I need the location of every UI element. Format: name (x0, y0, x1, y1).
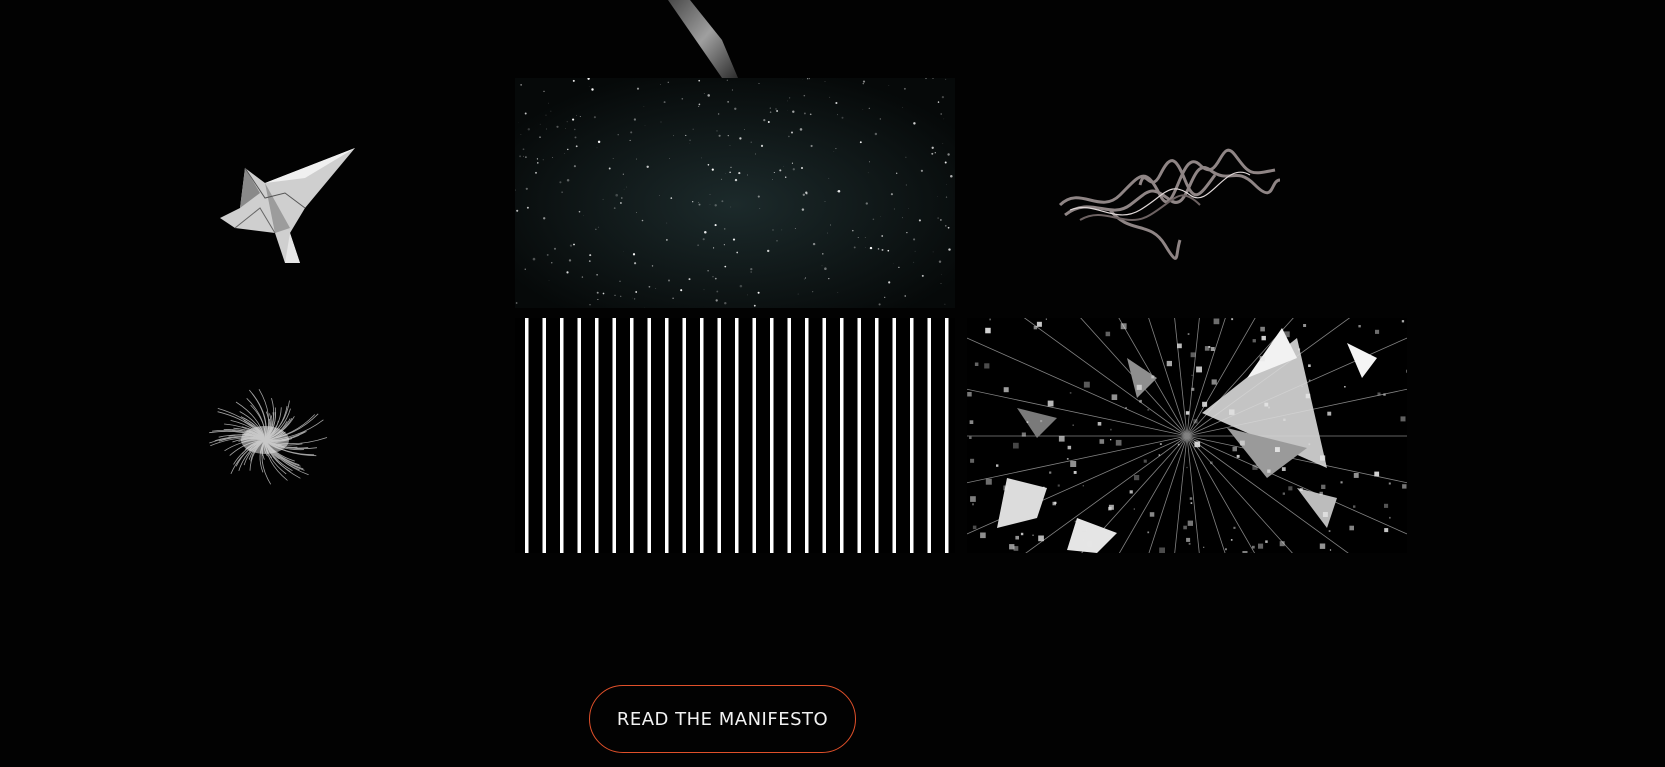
gallery-stage: READ THE MANIFESTO (0, 0, 1665, 767)
artwork-tile-scribble-ribbon[interactable] (1050, 125, 1290, 270)
read-manifesto-button[interactable]: READ THE MANIFESTO (589, 685, 856, 753)
fur-tuft-image (209, 388, 328, 485)
artwork-tile-vertical-stripes[interactable] (515, 318, 955, 553)
scribble-ribbon-image (1058, 148, 1281, 260)
vertical-stripes-image (525, 318, 949, 553)
artwork-tile-origami-bird[interactable] (205, 138, 365, 273)
artwork-tile-fur-tuft[interactable] (185, 378, 345, 503)
light-beam-decoration (660, 0, 740, 80)
artwork-tile-shattered-shards[interactable] (967, 318, 1407, 553)
starfield-image (515, 78, 955, 308)
artwork-tile-starfield[interactable] (515, 78, 955, 308)
origami-bird-image (220, 148, 355, 263)
shattered-shards-image (967, 318, 1407, 553)
